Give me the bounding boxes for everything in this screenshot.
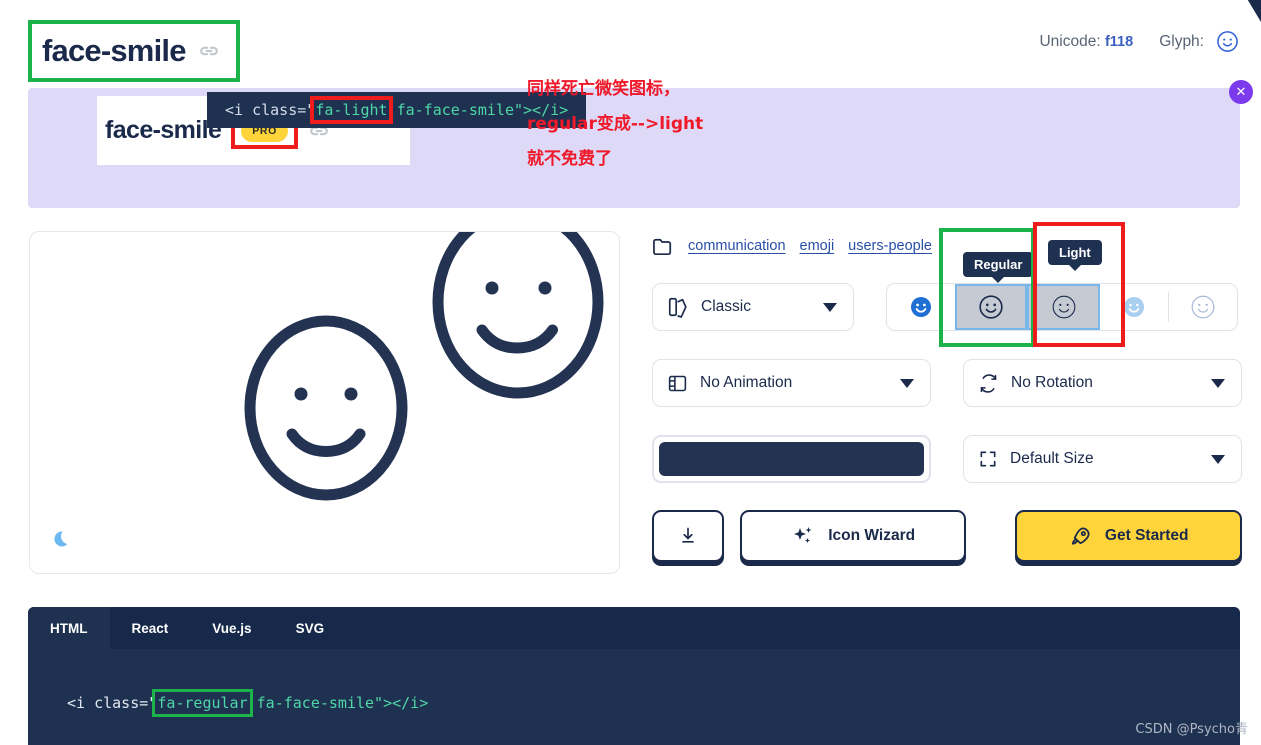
download-button[interactable]	[652, 510, 724, 562]
light-smiley-icon	[1052, 295, 1075, 319]
icon-title-box: face-smile	[28, 20, 240, 82]
unicode-label: Unicode:	[1039, 32, 1101, 50]
annotation-text: 同样死亡微笑图标， regular变成-->light 就不免费了	[527, 72, 703, 177]
unicode-glyph-info: Unicode: f118 Glyph:	[1039, 30, 1239, 53]
unicode-value: f118	[1104, 33, 1134, 50]
code-output-panel: HTML React Vue.js SVG <i class=" fa-regul…	[28, 607, 1240, 745]
style-option-light[interactable]	[1027, 284, 1100, 330]
duotone-smiley-icon	[1191, 295, 1215, 319]
tooltip-light: Light	[1048, 240, 1102, 265]
film-icon	[667, 373, 688, 394]
tab-svg[interactable]: SVG	[274, 607, 347, 649]
annotation-line-1: 同样死亡微笑图标，	[527, 79, 680, 99]
code-tabs: HTML React Vue.js SVG	[28, 607, 1240, 649]
palette-icon	[667, 296, 689, 318]
page-title: face-smile	[42, 33, 186, 68]
moon-icon[interactable]	[50, 529, 70, 555]
action-buttons-row: Icon Wizard Get Started	[652, 510, 1242, 562]
icon-preview-area	[29, 231, 620, 574]
preview-faces	[244, 232, 604, 501]
tab-html[interactable]: HTML	[28, 607, 110, 649]
tooltip-regular: Regular	[963, 252, 1034, 277]
get-started-button[interactable]: Get Started	[1015, 510, 1242, 562]
get-started-label: Get Started	[1104, 527, 1189, 544]
style-option-thin[interactable]	[1100, 284, 1168, 330]
annotation-line-3: 就不免费了	[527, 149, 612, 169]
glyph-group: Glyph:	[1159, 30, 1239, 53]
style-option-regular[interactable]	[955, 284, 1028, 330]
color-size-row: Default Size	[652, 435, 1242, 483]
style-option-solid[interactable]	[887, 284, 955, 330]
chevron-down-icon	[900, 378, 914, 388]
category-link-communication[interactable]: communication	[688, 238, 786, 254]
code-prefix: <i class="	[67, 694, 158, 712]
tab-vuejs[interactable]: Vue.js	[190, 607, 273, 649]
annotation-line-2: regular变成-->light	[527, 114, 704, 134]
page-root: face-smile Unicode: f118 Glyph: face-smi…	[0, 0, 1261, 745]
icon-family-label: Classic	[701, 298, 751, 315]
rotation-select[interactable]: No Rotation	[963, 359, 1242, 407]
watermark: CSDN @Psycho青	[1135, 722, 1248, 737]
link-icon[interactable]	[198, 40, 220, 62]
family-style-row: Classic	[652, 283, 1242, 331]
category-links: communication emoji users-people	[652, 231, 1242, 261]
icon-wizard-label: Icon Wizard	[828, 527, 916, 544]
code-prefix: <i class="	[225, 101, 316, 119]
size-select[interactable]: Default Size	[963, 435, 1242, 483]
style-option-duotone[interactable]	[1169, 284, 1237, 330]
sparkles-icon	[791, 524, 815, 548]
download-icon	[678, 526, 698, 546]
rocket-icon	[1069, 525, 1092, 548]
animation-select[interactable]: No Animation	[652, 359, 931, 407]
rotate-icon	[978, 373, 999, 394]
smiley-face-icon	[1216, 30, 1239, 53]
code-highlight-regular: fa-regular	[152, 689, 253, 717]
icon-wizard-button[interactable]: Icon Wizard	[739, 510, 967, 562]
size-label: Default Size	[1010, 450, 1094, 467]
folder-icon	[652, 237, 674, 256]
category-link-users-people[interactable]: users-people	[848, 238, 932, 254]
corner-decoration	[1247, 0, 1261, 22]
animation-rotation-row: No Animation No Rotation	[652, 359, 1242, 407]
controls-column: communication emoji users-people Classic	[652, 231, 1242, 562]
icon-style-picker	[886, 283, 1238, 331]
chevron-down-icon	[823, 302, 837, 312]
code-highlight-light: fa-light	[310, 96, 393, 124]
solid-smiley-icon	[911, 297, 932, 317]
code-snippet[interactable]: <i class=" fa-regular fa-face-smile"></i>	[28, 649, 1240, 717]
pro-icon-name: face-smile	[105, 116, 222, 144]
color-picker[interactable]	[652, 435, 931, 483]
code-suffix: fa-face-smile"></i>	[247, 694, 429, 712]
rotation-label: No Rotation	[1011, 374, 1093, 391]
icon-family-select[interactable]: Classic	[652, 283, 854, 331]
thin-smiley-icon	[1123, 297, 1144, 317]
glyph-label: Glyph:	[1159, 32, 1204, 50]
chevron-down-icon	[1211, 378, 1225, 388]
expand-icon	[978, 449, 998, 469]
animation-label: No Animation	[700, 374, 793, 391]
regular-smiley-icon	[979, 295, 1003, 319]
tab-react[interactable]: React	[110, 607, 191, 649]
close-banner-button[interactable]: ✕	[1229, 80, 1253, 104]
chevron-down-icon	[1211, 454, 1225, 464]
unicode-group: Unicode: f118	[1039, 33, 1133, 51]
color-swatch[interactable]	[659, 442, 924, 476]
category-link-emoji[interactable]: emoji	[800, 238, 835, 254]
